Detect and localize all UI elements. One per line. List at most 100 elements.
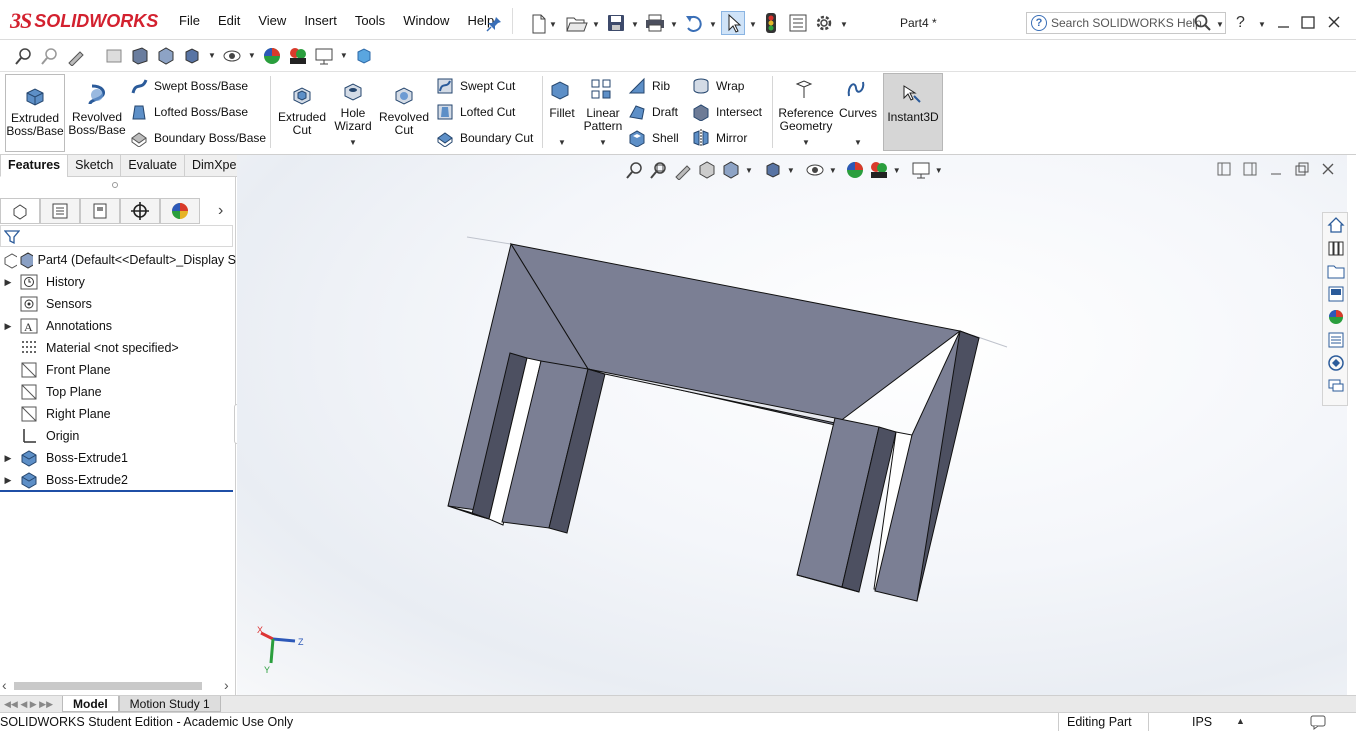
pin-icon[interactable] — [486, 16, 502, 32]
expand-arrow-icon[interactable]: ▶ — [0, 277, 16, 288]
chevron-down-icon[interactable]: ▼ — [1216, 20, 1224, 29]
tab-model[interactable]: Model — [62, 696, 119, 712]
select-tool-button[interactable] — [721, 11, 745, 35]
edit-appearance-icon[interactable] — [262, 46, 282, 66]
split-view-right-icon[interactable] — [1242, 161, 1258, 177]
solidworks-resources-icon[interactable] — [1325, 352, 1347, 374]
undo-icon[interactable] — [684, 14, 704, 32]
new-document-icon[interactable] — [530, 14, 548, 34]
chevron-down-icon[interactable]: ▼ — [893, 166, 901, 175]
menu-window[interactable]: Window — [394, 10, 458, 32]
search-input[interactable]: Search SOLIDWORKS Help — [1051, 16, 1202, 30]
expand-arrow-icon[interactable]: ▶ — [0, 475, 16, 486]
view-orientation-icon[interactable] — [721, 160, 741, 180]
draft-button[interactable]: Draft — [628, 102, 678, 122]
tree-item-sensors[interactable]: Sensors — [0, 293, 236, 315]
chevron-down-icon[interactable]: ▼ — [745, 166, 753, 175]
tab-display-manager[interactable] — [160, 197, 200, 224]
instant3d-button[interactable]: Instant3D — [883, 73, 943, 151]
view-settings-icon[interactable] — [911, 160, 931, 180]
minimize-window-icon[interactable] — [1272, 10, 1298, 34]
chevron-right-icon[interactable]: › — [218, 202, 223, 220]
scrollbar-thumb[interactable] — [14, 682, 202, 690]
chevron-down-icon[interactable]: ▼ — [935, 166, 943, 175]
shell-button[interactable]: Shell — [628, 128, 679, 148]
view-palette-icon[interactable] — [1325, 283, 1347, 305]
menu-tools[interactable]: Tools — [346, 10, 394, 32]
chevron-down-icon[interactable]: ▼ — [802, 138, 810, 147]
close-document-icon[interactable] — [1320, 161, 1336, 177]
rib-button[interactable]: Rib — [628, 76, 670, 96]
scroll-right-icon[interactable]: › — [224, 677, 229, 693]
solidworks-logo[interactable]: 3S SOLIDWORKS — [10, 8, 158, 34]
graphics-area[interactable]: X Z Y — [237, 155, 1347, 695]
print-icon[interactable] — [645, 14, 665, 32]
tab-dimxpert-manager[interactable] — [120, 197, 160, 224]
help-icon[interactable]: ? — [1236, 14, 1245, 32]
rollback-bar[interactable] — [0, 490, 233, 492]
tree-item-right-plane[interactable]: Right Plane — [0, 403, 236, 425]
hide-show-items-icon[interactable] — [805, 160, 825, 180]
tab-features[interactable]: Features — [0, 155, 69, 177]
display-style-icon[interactable] — [182, 46, 202, 66]
minimize-document-icon[interactable] — [1268, 161, 1284, 177]
extruded-cut-button[interactable]: Extruded Cut — [274, 74, 330, 152]
lofted-cut-button[interactable]: Lofted Cut — [436, 102, 515, 122]
hide-show-items-icon[interactable] — [222, 46, 242, 66]
save-icon[interactable] — [607, 14, 625, 32]
tree-filter-bar[interactable] — [0, 225, 233, 247]
menu-insert[interactable]: Insert — [295, 10, 346, 32]
display-style-icon[interactable] — [763, 160, 783, 180]
tab-motion-study-1[interactable]: Motion Study 1 — [118, 696, 221, 712]
tree-root-part[interactable]: Part4 (Default<<Default>_Display S — [0, 249, 236, 271]
menu-edit[interactable]: Edit — [209, 10, 249, 32]
chevron-down-icon[interactable]: ▼ — [840, 20, 848, 29]
tab-configuration-manager[interactable] — [80, 197, 120, 224]
chevron-down-icon[interactable]: ▼ — [592, 20, 600, 29]
mirror-button[interactable]: Mirror — [692, 128, 747, 148]
options-gear-icon[interactable] — [815, 14, 833, 32]
menu-file[interactable]: File — [170, 10, 209, 32]
tree-item-origin[interactable]: Origin — [0, 425, 236, 447]
split-view-left-icon[interactable] — [1216, 161, 1232, 177]
swept-boss-base-button[interactable]: Swept Boss/Base — [130, 76, 248, 96]
zoom-to-area-icon[interactable] — [40, 46, 60, 66]
close-window-icon[interactable] — [1322, 10, 1348, 34]
tree-item-boss-extrude1[interactable]: ▶ Boss-Extrude1 — [0, 447, 236, 469]
zoom-to-fit-icon[interactable] — [625, 160, 645, 180]
revolved-boss-base-button[interactable]: Revolved Boss/Base — [68, 74, 126, 152]
apply-scene-icon[interactable] — [288, 46, 308, 66]
extruded-boss-base-button[interactable]: Extruded Boss/Base — [5, 74, 65, 152]
search-icon[interactable] — [1194, 14, 1212, 32]
task-pane-home-icon[interactable] — [1325, 214, 1347, 236]
tree-item-front-plane[interactable]: Front Plane — [0, 359, 236, 381]
chevron-down-icon[interactable]: ▼ — [709, 20, 717, 29]
unit-system-selector[interactable]: IPS — [1192, 713, 1212, 731]
zoom-to-fit-icon[interactable] — [14, 46, 34, 66]
tree-item-boss-extrude2[interactable]: ▶ Boss-Extrude2 — [0, 469, 236, 491]
forum-chat-icon[interactable] — [1325, 375, 1347, 397]
menu-view[interactable]: View — [249, 10, 295, 32]
intersect-button[interactable]: Intersect — [692, 102, 762, 122]
view-orientation-icon[interactable] — [156, 46, 176, 66]
expand-arrow-icon[interactable]: ▶ — [0, 453, 16, 464]
part-model[interactable] — [237, 155, 1347, 695]
chevron-down-icon[interactable]: ▼ — [558, 138, 566, 147]
panel-splitter-handle[interactable] — [112, 182, 118, 188]
chevron-up-icon[interactable]: ▲ — [1236, 716, 1245, 726]
revolved-cut-button[interactable]: Revolved Cut — [376, 74, 432, 152]
chevron-down-icon[interactable]: ▼ — [787, 166, 795, 175]
zoom-to-area-icon[interactable] — [649, 160, 669, 180]
open-folder-icon[interactable] — [566, 14, 588, 34]
chevron-down-icon[interactable]: ▼ — [670, 20, 678, 29]
section-view-icon[interactable] — [697, 160, 717, 180]
custom-properties-icon[interactable] — [1325, 329, 1347, 351]
expand-arrow-icon[interactable]: ▶ — [0, 321, 16, 332]
rebuild-traffic-light-icon[interactable] — [764, 12, 778, 34]
tree-item-history[interactable]: ▶ History — [0, 271, 236, 293]
view-settings-icon[interactable] — [314, 46, 334, 66]
file-explorer-icon[interactable] — [1325, 260, 1347, 282]
3d-part-icon[interactable] — [354, 46, 374, 66]
chevron-down-icon[interactable]: ▼ — [1258, 20, 1266, 29]
file-properties-icon[interactable] — [789, 14, 807, 32]
